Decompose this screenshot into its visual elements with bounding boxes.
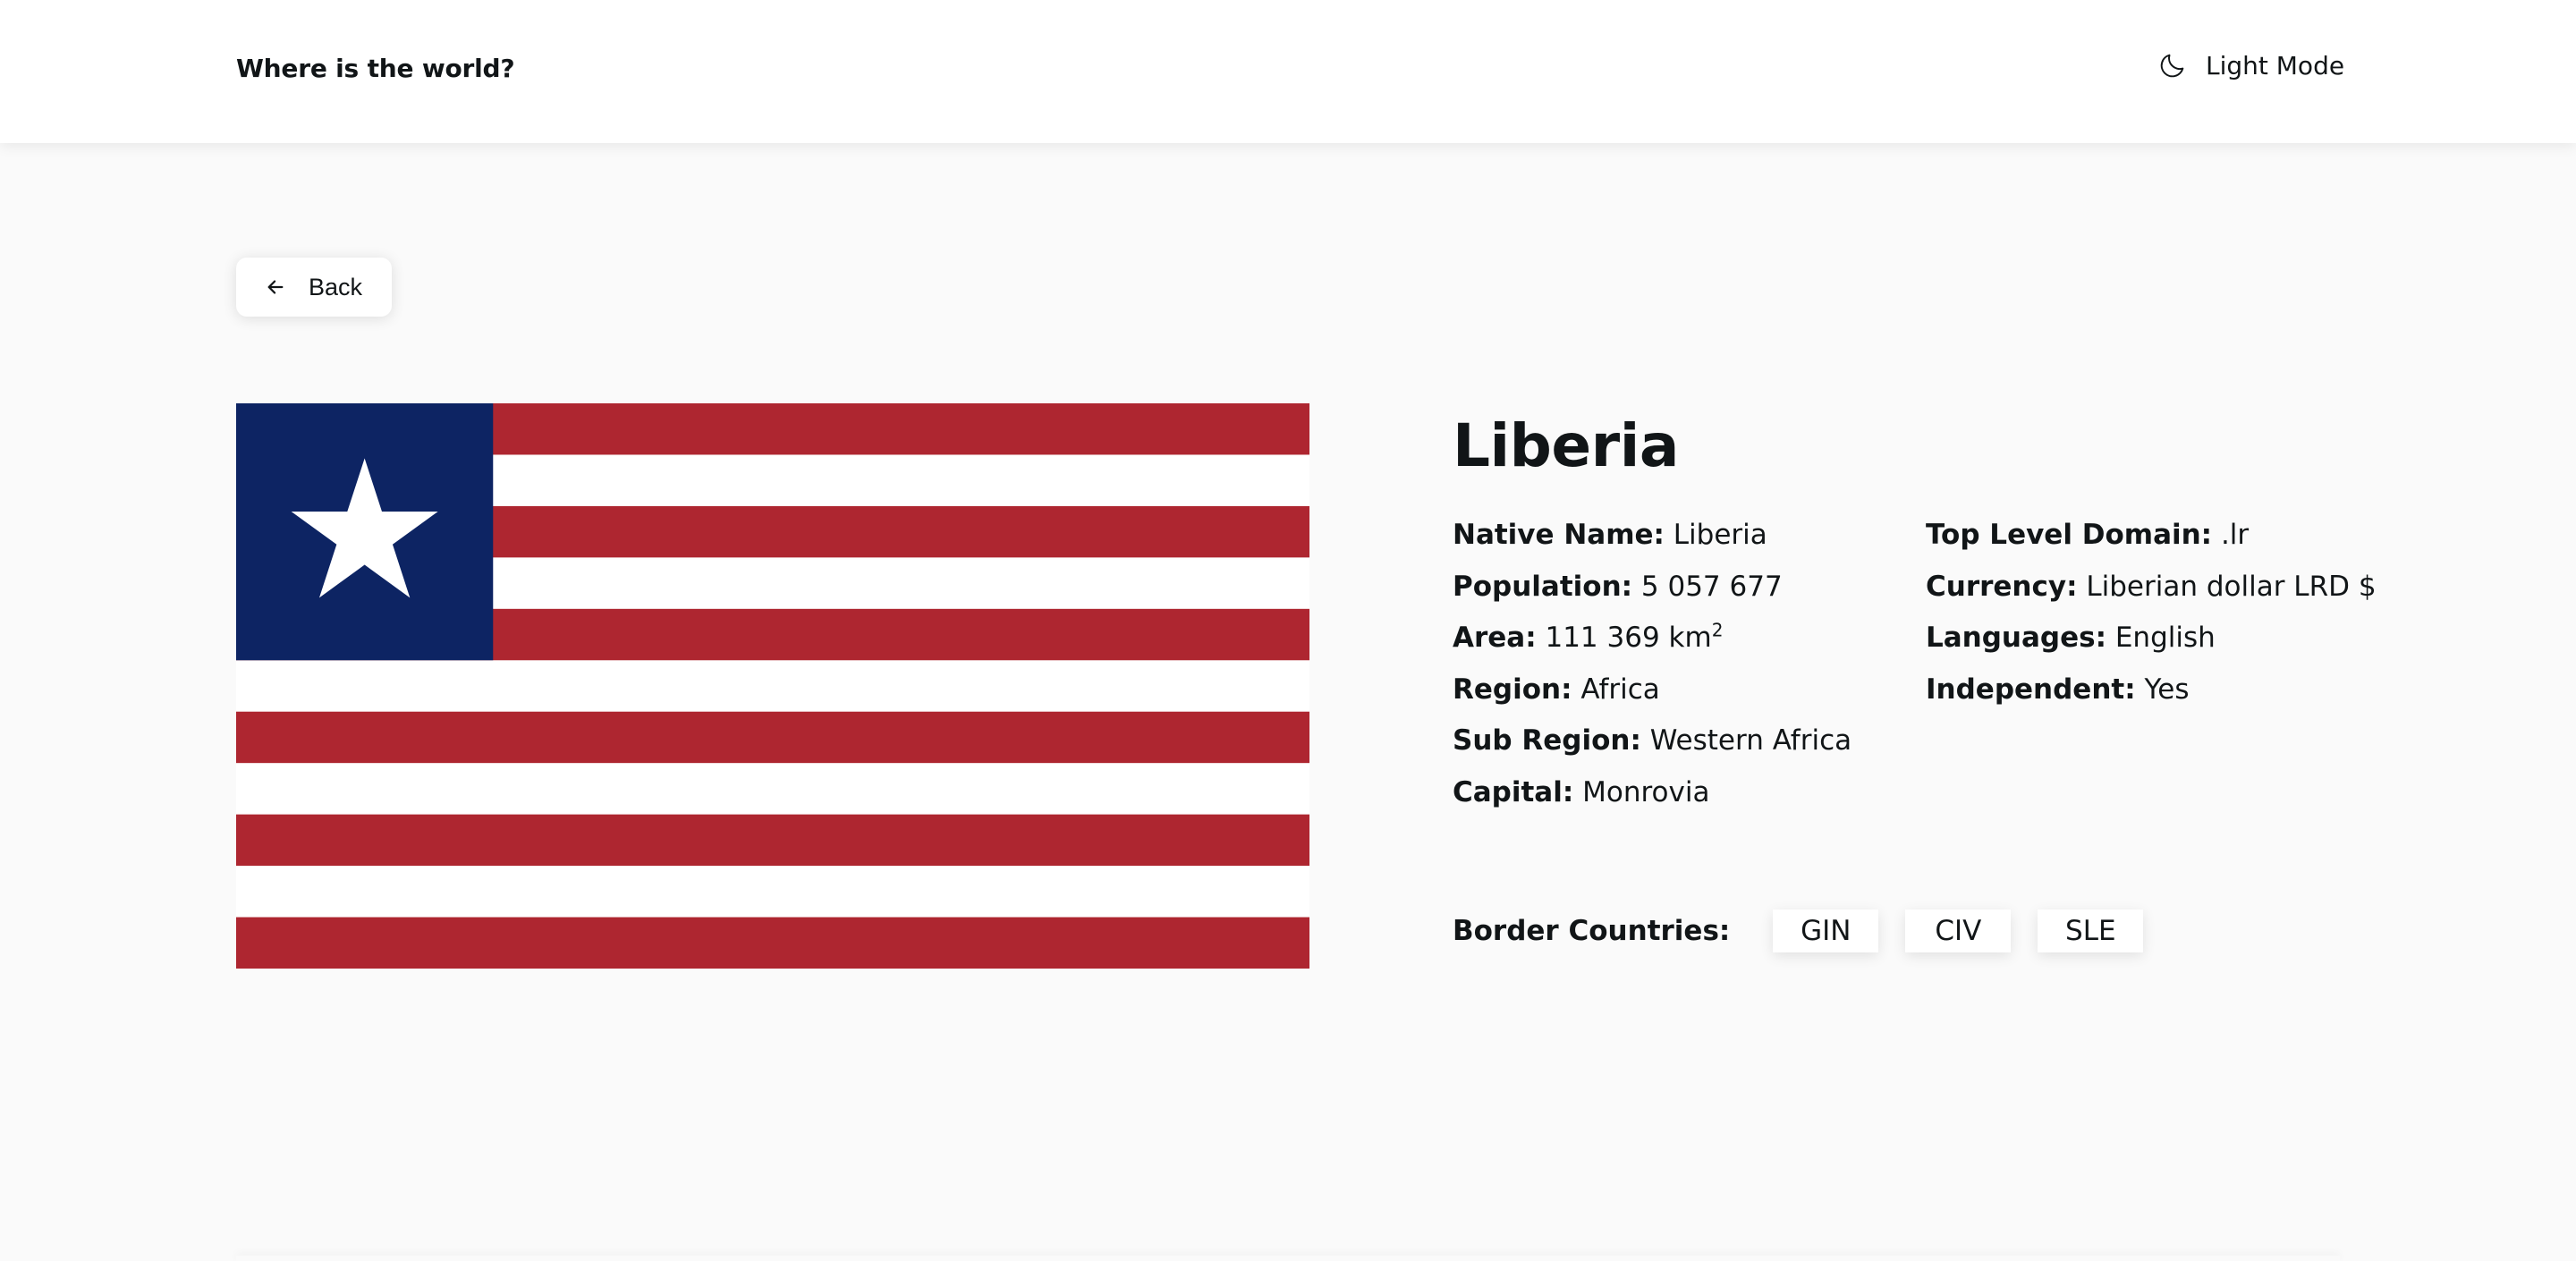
detail-label: Independent: — [1926, 673, 2136, 706]
detail-value: Africa — [1580, 673, 1660, 706]
detail-value: English — [2114, 622, 2216, 655]
detail-region: Region: Africa — [1453, 671, 1852, 723]
detail-independent: Independent: Yes — [1926, 671, 2377, 723]
arrow-left-icon — [267, 280, 284, 294]
detail-value: Liberia — [1673, 519, 1767, 551]
detail-label: Currency: — [1926, 570, 2078, 603]
theme-toggle-label: Light Mode — [2206, 50, 2345, 80]
back-button-label: Back — [308, 273, 363, 300]
detail-label: Capital: — [1453, 775, 1574, 808]
theme-toggle-button[interactable]: Light Mode — [2157, 50, 2344, 80]
detail-value: .lr — [2220, 519, 2250, 551]
detail-label: Population: — [1453, 570, 1633, 603]
border-country-button[interactable]: SLE — [2038, 910, 2144, 952]
flag-stripe — [236, 763, 1309, 816]
detail-label: Region: — [1453, 673, 1572, 706]
detail-value: Western Africa — [1649, 724, 1852, 757]
detail-area: Area: 111 369 km2 — [1453, 619, 1852, 671]
border-countries: Border Countries: GIN CIV SLE — [1453, 910, 2170, 952]
detail-native-name: Native Name: Liberia — [1453, 516, 1852, 568]
detail-sub-region: Sub Region: Western Africa — [1453, 722, 1852, 774]
details-secondary: Top Level Domain: .lr Currency: Liberian… — [1926, 516, 2377, 722]
detail-top-level-domain: Top Level Domain: .lr — [1926, 516, 2377, 568]
border-countries-label: Border Countries: — [1453, 915, 1731, 947]
detail-label: Area: — [1453, 622, 1537, 655]
country-flag — [236, 403, 1309, 969]
country-name: Liberia — [1453, 411, 1679, 480]
detail-unit-exponent: 2 — [1711, 619, 1724, 641]
detail-capital: Capital: Monrovia — [1453, 774, 1852, 825]
details-primary: Native Name: Liberia Population: 5 057 6… — [1453, 516, 1852, 825]
detail-value: 5 057 677 — [1640, 570, 1783, 603]
detail-value: Monrovia — [1582, 775, 1710, 808]
detail-currency: Currency: Liberian dollar LRD $ — [1926, 568, 2377, 620]
border-country-button[interactable]: GIN — [1773, 910, 1879, 952]
detail-label: Native Name: — [1453, 519, 1665, 551]
liberia-flag-image — [236, 403, 1309, 969]
detail-languages: Languages: English — [1926, 619, 2377, 671]
moon-icon — [2160, 54, 2184, 78]
flag-stripe — [236, 660, 1309, 713]
detail-population: Population: 5 057 677 — [1453, 568, 1852, 620]
flag-stripe — [236, 814, 1309, 867]
top-bar: Where is the world? Light Mode — [0, 0, 2576, 143]
page-bottom-edge — [236, 1256, 2340, 1261]
detail-label: Sub Region: — [1453, 724, 1641, 757]
flag-stripe — [236, 917, 1309, 969]
flag-stripe — [236, 711, 1309, 764]
back-button[interactable]: Back — [236, 258, 392, 317]
detail-label: Top Level Domain: — [1926, 519, 2213, 551]
detail-value: Yes — [2144, 673, 2190, 706]
app-title: Where is the world? — [236, 54, 515, 83]
flag-stripe — [236, 866, 1309, 918]
detail-value: 111 369 km — [1545, 622, 1712, 655]
detail-label: Languages: — [1926, 622, 2106, 655]
border-country-button[interactable]: CIV — [1905, 910, 2012, 952]
detail-value: Liberian dollar LRD $ — [2086, 570, 2377, 603]
